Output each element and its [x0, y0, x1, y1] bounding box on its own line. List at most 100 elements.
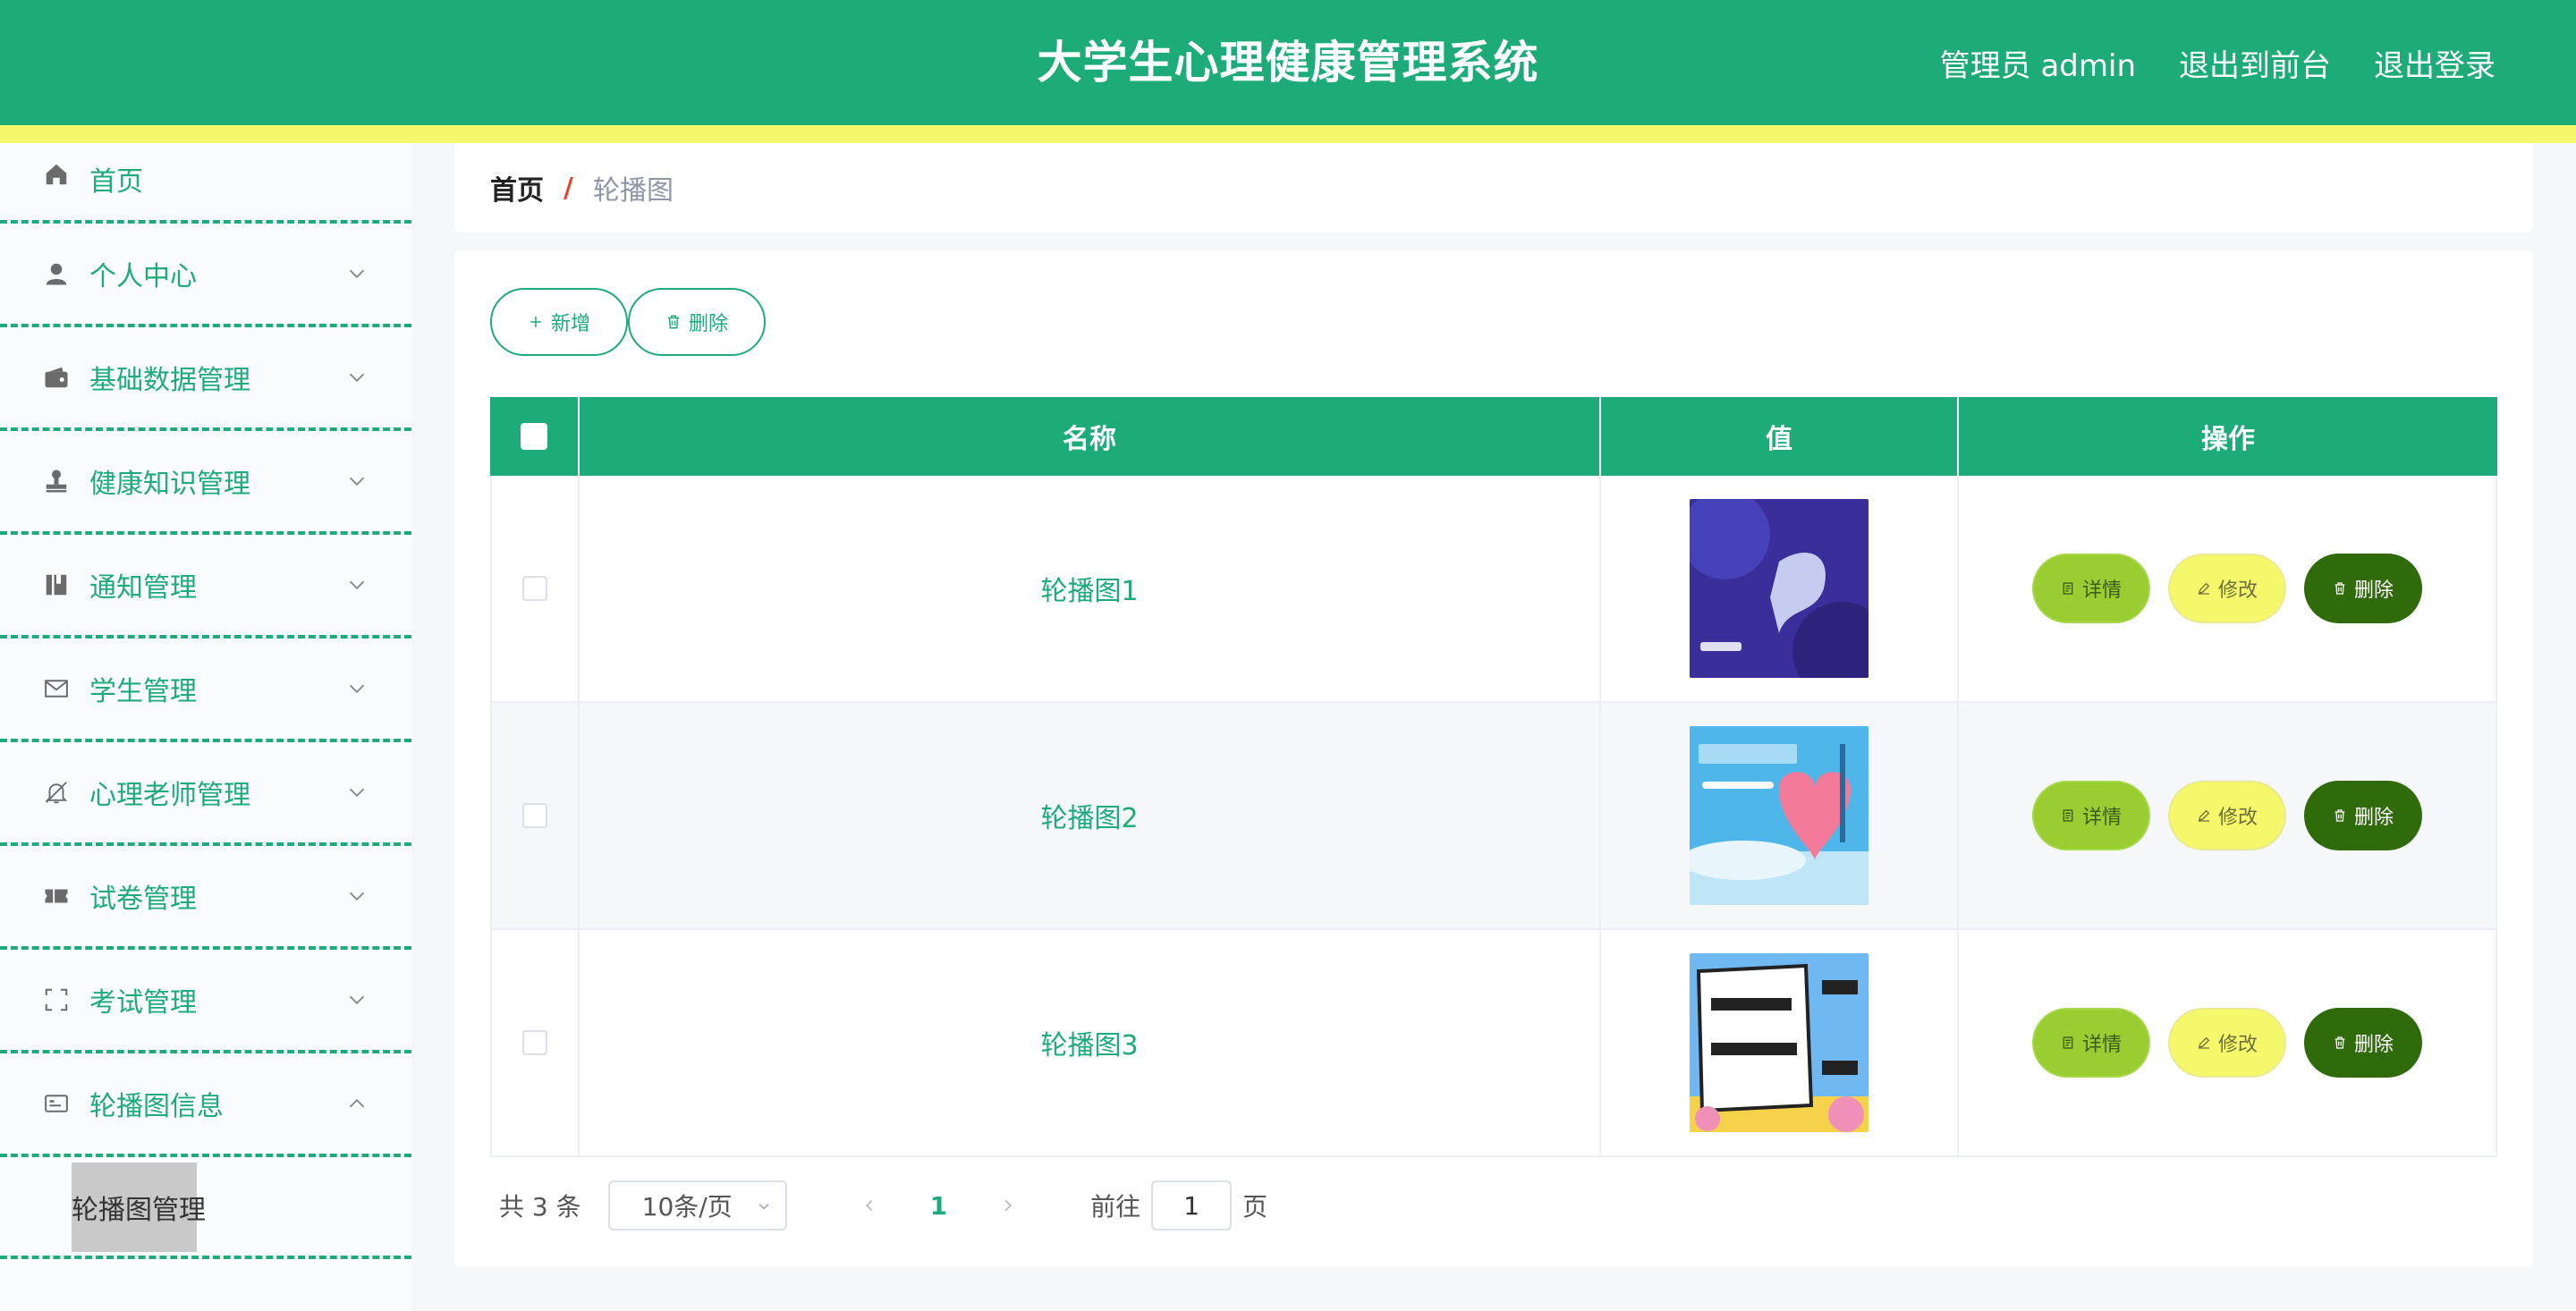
edit-icon [2198, 809, 2210, 822]
sidebar-item-profile[interactable]: 个人中心 [0, 224, 411, 327]
delete-label: 删除 [2353, 807, 2394, 829]
logout-link[interactable]: 退出登录 [2374, 41, 2496, 85]
edit-button[interactable]: 修改 [2168, 554, 2286, 623]
ticket-icon [41, 881, 72, 911]
sidebar-item-base-data[interactable]: 基础数据管理 [0, 327, 411, 431]
detail-button[interactable]: 详情 [2032, 554, 2150, 623]
row-name: 轮播图1 [580, 476, 1601, 701]
chevron-down-icon [758, 1203, 769, 1210]
trash-icon [2334, 809, 2345, 822]
sidebar-item-label: 基础数据管理 [89, 365, 250, 396]
sidebar-item-label: 首页 [89, 166, 143, 198]
prev-page-button[interactable] [852, 1188, 887, 1223]
page-suffix: 页 [1242, 1192, 1268, 1222]
document-icon [2063, 809, 2073, 822]
table-row: 轮播图3 详情 修改 删除 [490, 930, 2497, 1157]
sidebar-item-carousel[interactable]: 轮播图信息 [0, 1053, 411, 1157]
row-value-cell [1601, 930, 1959, 1155]
sidebar-item-students[interactable]: 学生管理 [0, 639, 411, 742]
edit-button[interactable]: 修改 [2168, 781, 2286, 850]
sidebar-item-label: 学生管理 [89, 676, 197, 707]
header-accent-stripe [0, 125, 2576, 143]
batch-delete-button[interactable]: 删除 [628, 288, 766, 356]
batch-delete-label: 删除 [688, 313, 728, 335]
detail-button[interactable]: 详情 [2032, 781, 2150, 850]
sidebar-submenu-carousel: 轮播图管理 [0, 1157, 411, 1259]
edit-icon [2198, 582, 2210, 595]
goto-label: 前往 [1090, 1192, 1141, 1222]
row-checkbox[interactable] [522, 803, 547, 828]
delete-label: 删除 [2353, 579, 2394, 602]
breadcrumb-current: 轮播图 [592, 175, 674, 207]
chevron-down-icon [349, 477, 365, 486]
sidebar-item-label: 个人中心 [89, 261, 197, 292]
chevron-down-icon [349, 580, 365, 590]
banner-2-thumbnail[interactable] [1690, 726, 1868, 905]
document-icon [2063, 582, 2073, 595]
sidebar: 首页 个人中心 基础数据管理 健康知识管理 通知管理 学生管理 心理老师管理 试… [0, 143, 411, 1311]
add-button-label: 新增 [550, 313, 590, 335]
sidebar-item-label: 通知管理 [89, 572, 197, 604]
edit-icon [2198, 1036, 2210, 1049]
chevron-up-icon [349, 1098, 365, 1108]
goto-page-input[interactable]: 1 [1151, 1180, 1233, 1231]
notebook-icon [41, 570, 72, 600]
detail-button[interactable]: 详情 [2032, 1008, 2150, 1078]
full-screen-icon [41, 985, 72, 1015]
banner-1-thumbnail[interactable] [1690, 499, 1868, 678]
plus-icon [530, 317, 541, 327]
row-checkbox[interactable] [522, 576, 547, 601]
row-check-cell [490, 703, 580, 928]
sidebar-item-label: 试卷管理 [89, 884, 197, 915]
card-icon [41, 1088, 72, 1119]
page-number-current[interactable]: 1 [930, 1191, 947, 1221]
sidebar-item-label: 考试管理 [89, 987, 197, 1019]
select-all-checkbox[interactable] [521, 423, 547, 450]
breadcrumb-separator: / [564, 172, 573, 204]
current-user-label[interactable]: 管理员 admin [1940, 41, 2136, 85]
next-page-button[interactable] [990, 1188, 1026, 1223]
header-name: 名称 [580, 397, 1601, 476]
sidebar-item-health-knowledge[interactable]: 健康知识管理 [0, 431, 411, 535]
chevron-down-icon [349, 684, 365, 694]
edit-button[interactable]: 修改 [2168, 1008, 2286, 1078]
sidebar-item-home[interactable]: 首页 [0, 143, 411, 224]
delete-button[interactable]: 删除 [2304, 781, 2422, 850]
row-checkbox[interactable] [522, 1030, 547, 1055]
exit-to-front-link[interactable]: 退出到前台 [2179, 41, 2331, 85]
row-check-cell [490, 930, 580, 1155]
row-actions: 详情 修改 删除 [1959, 703, 2497, 928]
delete-button[interactable]: 删除 [2304, 1008, 2422, 1078]
sidebar-subitem-carousel-manage[interactable]: 轮播图管理 [72, 1163, 206, 1252]
breadcrumb-home[interactable]: 首页 [490, 168, 544, 207]
sidebar-item-exams[interactable]: 考试管理 [0, 950, 411, 1053]
sidebar-item-papers[interactable]: 试卷管理 [0, 846, 411, 950]
breadcrumb: 首页 / 轮播图 [454, 143, 2533, 233]
bell-off-icon [41, 777, 72, 808]
chevron-down-icon [349, 995, 365, 1005]
trash-icon [2334, 1036, 2345, 1049]
sidebar-item-label: 心理老师管理 [89, 780, 250, 811]
header-value: 值 [1601, 397, 1959, 476]
mail-icon [41, 673, 72, 704]
add-button[interactable]: 新增 [490, 288, 628, 356]
chevron-down-icon [349, 373, 365, 383]
table-header: 名称 值 操作 [490, 397, 2497, 476]
chevron-right-icon [1004, 1199, 1013, 1212]
header-actions: 操作 [2201, 424, 2255, 455]
sidebar-item-notice[interactable]: 通知管理 [0, 535, 411, 639]
document-icon [2063, 1036, 2073, 1049]
header-user-area: 管理员 admin 退出到前台 退出登录 [1940, 0, 2496, 125]
page-size-select[interactable]: 10条/页 [607, 1180, 787, 1231]
banner-3-thumbnail[interactable] [1690, 953, 1868, 1132]
content-card: 新增 删除 名称 值 操作 轮播图1 详情 修改 删除 轮播图2 详情 修改 删… [454, 250, 2533, 1266]
sidebar-item-teachers[interactable]: 心理老师管理 [0, 742, 411, 846]
row-name: 轮播图2 [580, 703, 1601, 928]
detail-label: 详情 [2081, 1034, 2122, 1056]
table-row: 轮播图1 详情 修改 删除 [490, 476, 2497, 703]
row-name: 轮播图3 [580, 930, 1601, 1155]
chevron-down-icon [349, 788, 365, 798]
delete-button[interactable]: 删除 [2304, 554, 2422, 623]
trash-icon [2334, 582, 2345, 595]
pagination-total: 共 3 条 [499, 1192, 581, 1222]
